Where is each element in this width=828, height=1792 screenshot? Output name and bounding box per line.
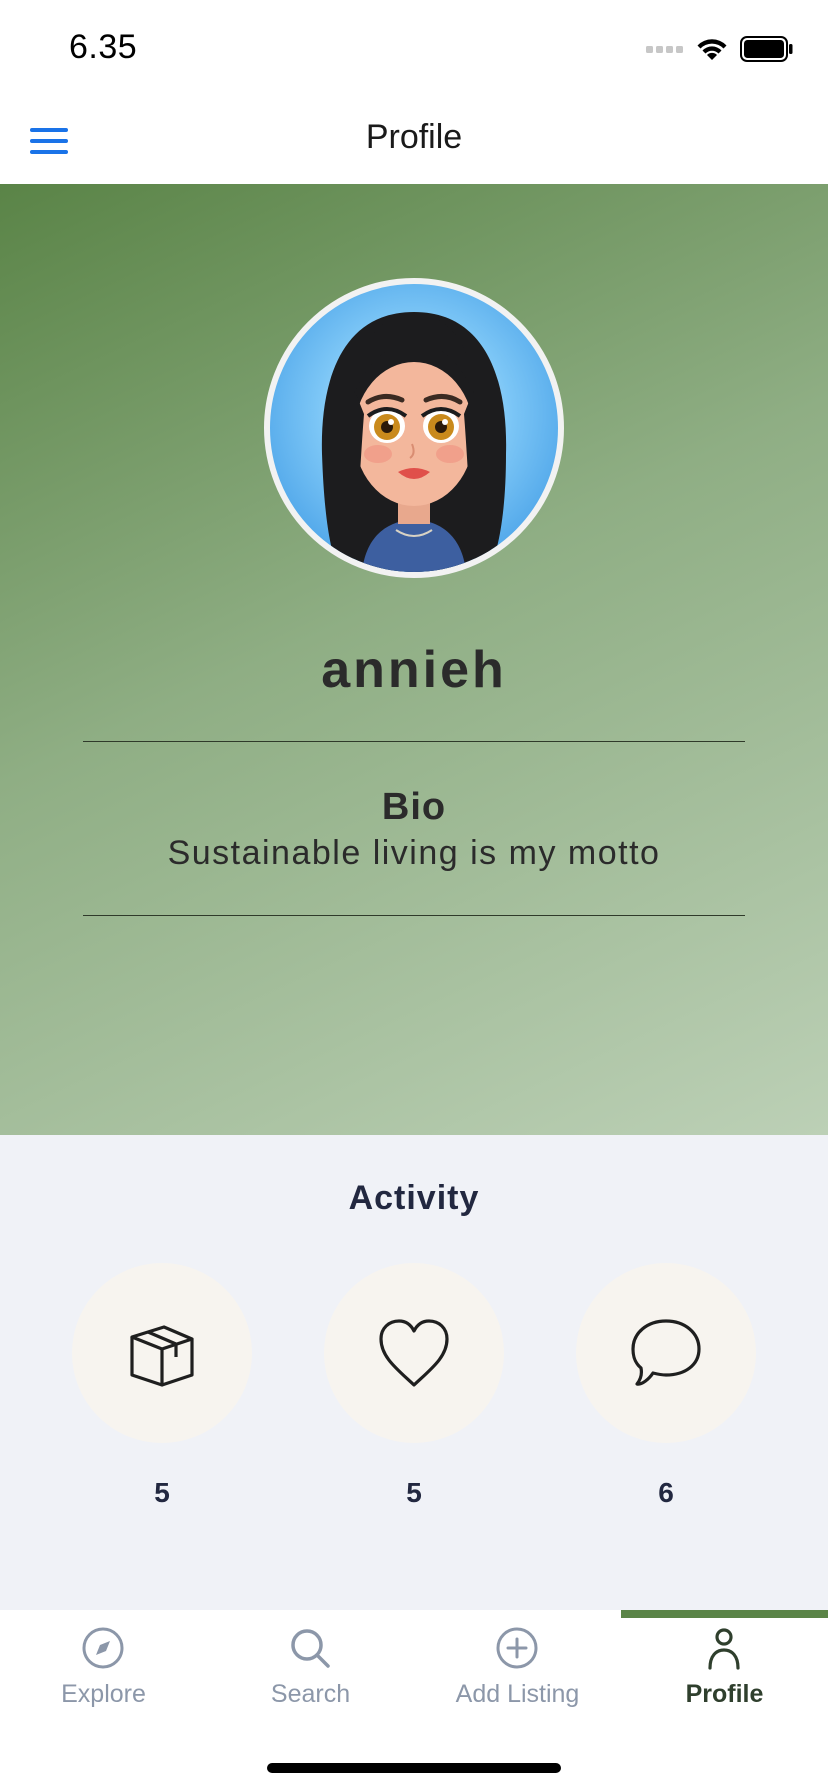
page-title: Profile	[365, 118, 463, 156]
battery-icon	[740, 36, 793, 62]
tab-profile-label: Profile	[685, 1680, 764, 1708]
listings-count: 5	[154, 1477, 170, 1508]
status-icons	[646, 34, 794, 64]
nav-bar: Profile	[0, 98, 828, 185]
bio-text: Sustainable living is my motto	[167, 834, 661, 872]
stat-listings: 5	[72, 1263, 252, 1509]
activity-section: Activity 5 5 6	[0, 1135, 828, 1610]
divider-top	[83, 741, 745, 742]
search-icon	[291, 1629, 330, 1668]
tab-search-label: Search	[270, 1680, 351, 1708]
stat-comments: 6	[576, 1263, 756, 1509]
tab-explore-label: Explore	[61, 1680, 146, 1708]
wifi-icon	[697, 39, 727, 60]
bio-title: Bio	[381, 786, 447, 828]
chat-bubble-icon	[631, 1319, 701, 1386]
stat-likes: 5	[324, 1263, 504, 1509]
avatar-illustration	[321, 312, 507, 572]
profile-header: annieh Bio Sustainable living is my mott…	[0, 184, 828, 1135]
tab-add-listing-label: Add Listing	[455, 1680, 580, 1708]
tab-explore[interactable]: Explore	[0, 1610, 207, 1720]
listings-button[interactable]	[72, 1263, 252, 1443]
likes-button[interactable]	[324, 1263, 504, 1443]
person-icon	[708, 1628, 740, 1670]
likes-count: 5	[406, 1477, 422, 1508]
comments-count: 6	[658, 1477, 674, 1508]
tab-add-listing[interactable]: Add Listing	[414, 1610, 621, 1720]
divider-bottom	[83, 915, 745, 916]
username: annieh	[321, 641, 507, 699]
status-time: 6.35	[69, 28, 138, 66]
signal-icon	[646, 46, 683, 53]
avatar	[264, 278, 564, 578]
comments-button[interactable]	[576, 1263, 756, 1443]
compass-icon	[82, 1627, 124, 1669]
status-bar: 6.35	[0, 0, 828, 98]
box-icon	[130, 1325, 194, 1387]
tab-profile[interactable]: Profile	[621, 1610, 828, 1720]
tab-search[interactable]: Search	[207, 1610, 414, 1720]
plus-circle-icon	[496, 1627, 538, 1669]
home-indicator	[267, 1763, 561, 1773]
activity-title: Activity	[348, 1179, 480, 1217]
heart-icon	[379, 1319, 449, 1387]
